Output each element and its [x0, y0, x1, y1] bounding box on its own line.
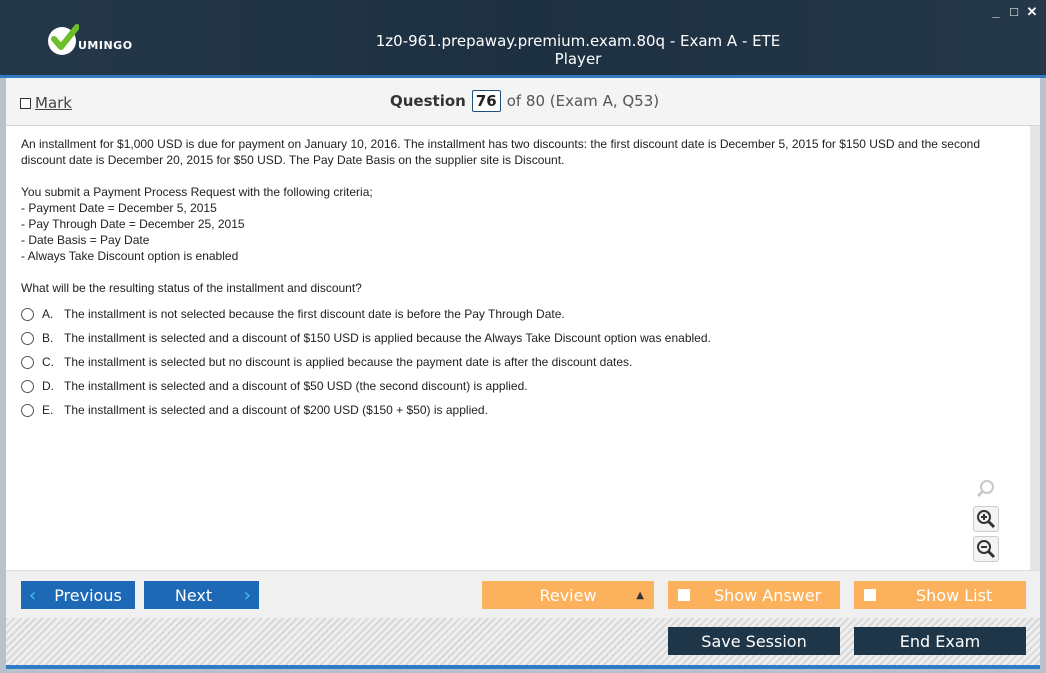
- end-exam-button[interactable]: End Exam: [854, 627, 1026, 655]
- check-logo-icon: [48, 24, 79, 55]
- answer-option-d[interactable]: D. The installment is selected and a dis…: [21, 374, 1011, 398]
- answer-option-a[interactable]: A. The installment is not selected becau…: [21, 302, 1011, 326]
- chevron-left-icon: ‹: [29, 584, 37, 606]
- next-button[interactable]: Next ›: [144, 581, 259, 609]
- chevron-right-icon: ›: [243, 584, 251, 606]
- question-of-label: of 80 (Exam A, Q53): [506, 92, 660, 110]
- question-label: Question: [390, 92, 466, 110]
- question-text: An installment for $1,000 USD is due for…: [21, 136, 1011, 422]
- criteria-block: You submit a Payment Process Request wit…: [21, 184, 1011, 264]
- criteria-item: - Date Basis = Pay Date: [21, 233, 150, 247]
- window-controls: _ □ ✕: [990, 4, 1038, 20]
- bottom-accent-line: [6, 665, 1040, 669]
- vertical-scrollbar[interactable]: [1030, 126, 1040, 570]
- option-letter: A.: [42, 307, 54, 321]
- option-letter: D.: [42, 379, 54, 393]
- mark-label[interactable]: Mark: [35, 94, 72, 112]
- option-text[interactable]: The installment is not selected because …: [64, 306, 565, 322]
- radio-button[interactable]: [21, 379, 34, 393]
- app-logo: UMINGO: [48, 24, 133, 56]
- window-title: 1z0-961.prepaway.premium.exam.80q - Exam…: [375, 32, 781, 68]
- previous-button[interactable]: ‹ Previous: [21, 581, 135, 609]
- option-letter: E.: [42, 403, 54, 417]
- radio-button[interactable]: [21, 307, 34, 321]
- show-answer-label: Show Answer: [714, 585, 822, 605]
- radio-button[interactable]: [21, 355, 34, 369]
- close-button[interactable]: ✕: [1026, 4, 1038, 20]
- save-session-button[interactable]: Save Session: [668, 627, 840, 655]
- question-prompt: What will be the resulting status of the…: [21, 281, 362, 295]
- radio-button[interactable]: [21, 403, 34, 417]
- option-letter: C.: [42, 355, 54, 369]
- maximize-button[interactable]: □: [1008, 4, 1020, 20]
- logo-text: UMINGO: [78, 38, 133, 52]
- title-bar: UMINGO 1z0-961.prepaway.premium.exam.80q…: [0, 0, 1046, 78]
- answer-options: A. The installment is not selected becau…: [21, 302, 1011, 422]
- show-list-label: Show List: [916, 585, 993, 605]
- next-label: Next: [174, 585, 213, 605]
- option-letter: B.: [42, 331, 54, 345]
- question-paragraph-1: An installment for $1,000 USD is due for…: [21, 137, 980, 167]
- answer-option-e[interactable]: E. The installment is selected and a dis…: [21, 398, 1011, 422]
- question-content: An installment for $1,000 USD is due for…: [6, 126, 1040, 570]
- show-list-button[interactable]: Show List: [854, 581, 1026, 609]
- mark-checkbox[interactable]: Mark: [20, 94, 72, 112]
- answer-option-c[interactable]: C. The installment is selected but no di…: [21, 350, 1011, 374]
- show-answer-button[interactable]: Show Answer: [668, 581, 840, 609]
- mark-checkbox-box[interactable]: [20, 97, 31, 109]
- option-text[interactable]: The installment is selected and a discou…: [64, 402, 488, 418]
- option-text[interactable]: The installment is selected but no disco…: [64, 354, 632, 370]
- criteria-intro: You submit a Payment Process Request wit…: [21, 185, 373, 199]
- question-indicator: Question 76 of 80 (Exam A, Q53): [390, 90, 659, 112]
- previous-label: Previous: [54, 585, 122, 605]
- review-button[interactable]: Review ▲: [482, 581, 654, 609]
- criteria-item: - Pay Through Date = December 25, 2015: [21, 217, 245, 231]
- option-text[interactable]: The installment is selected and a discou…: [64, 330, 711, 346]
- question-header: Mark Question 76 of 80 (Exam A, Q53): [6, 78, 1040, 126]
- option-text[interactable]: The installment is selected and a discou…: [64, 378, 528, 394]
- answer-option-b[interactable]: B. The installment is selected and a dis…: [21, 326, 1011, 350]
- show-answer-checkbox[interactable]: [678, 589, 690, 601]
- zoom-out-icon[interactable]: [973, 536, 999, 562]
- zoom-tools: [973, 476, 999, 562]
- end-exam-label: End Exam: [899, 631, 981, 651]
- show-list-checkbox[interactable]: [864, 589, 876, 601]
- review-label: Review: [539, 585, 597, 605]
- criteria-item: - Payment Date = December 5, 2015: [21, 201, 217, 215]
- zoom-in-icon[interactable]: [973, 506, 999, 532]
- criteria-item: - Always Take Discount option is enabled: [21, 249, 239, 263]
- question-number-input[interactable]: 76: [471, 90, 501, 112]
- navigation-bar: ‹ Previous Next › Review ▲ Show Answer S…: [6, 570, 1040, 618]
- search-icon[interactable]: [973, 476, 999, 502]
- triangle-up-icon: ▲: [636, 589, 644, 601]
- bottom-panel: Save Session End Exam: [6, 618, 1040, 665]
- radio-button[interactable]: [21, 331, 34, 345]
- save-session-label: Save Session: [701, 631, 807, 651]
- minimize-button[interactable]: _: [990, 4, 1002, 20]
